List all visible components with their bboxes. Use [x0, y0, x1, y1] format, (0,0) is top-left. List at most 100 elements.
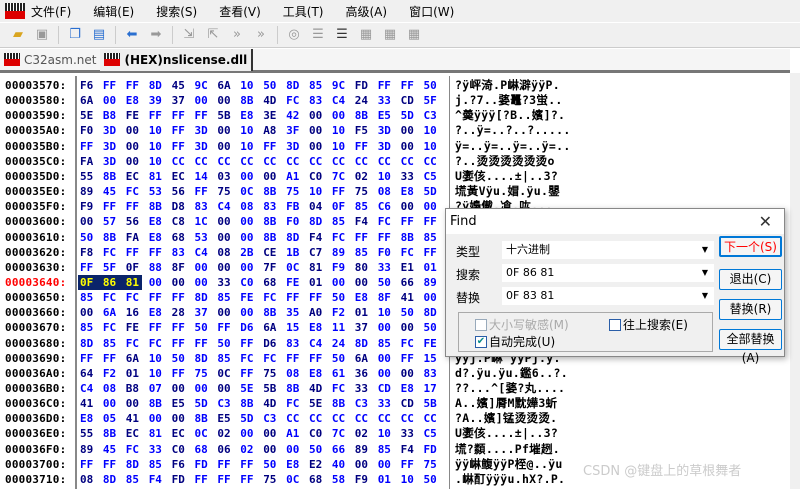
hex-byte[interactable]: 50 [424, 320, 444, 335]
hex-byte[interactable]: 01 [126, 366, 146, 381]
hex-byte[interactable]: 75 [217, 184, 237, 199]
ascii-text[interactable]: ?ÿ岼渏.P崊澼ÿÿP. [455, 78, 560, 93]
hex-byte[interactable]: F9 [332, 260, 352, 275]
hex-byte[interactable]: 36 [355, 366, 375, 381]
hex-byte[interactable]: 85 [309, 78, 329, 93]
hex-byte[interactable]: 5E [309, 396, 329, 411]
replace-button[interactable]: 替换(R) [719, 299, 782, 320]
hex-byte[interactable]: FC [103, 245, 123, 260]
hex-byte[interactable]: F9 [355, 472, 375, 487]
hex-byte[interactable]: 7C [332, 426, 352, 441]
hex-byte[interactable]: 56 [172, 184, 192, 199]
hex-byte[interactable]: CC [401, 154, 421, 169]
run-icon[interactable]: » [229, 27, 245, 43]
ascii-text[interactable]: .崊酊ÿÿÿu.hX?.P. [455, 472, 565, 487]
hex-byte[interactable]: FF [172, 108, 192, 123]
menu-advanced[interactable]: 高级(A) [346, 3, 388, 20]
ascii-text[interactable]: U嬱侅....±|..3? [455, 169, 558, 184]
hex-byte[interactable]: 88 [149, 260, 169, 275]
hex-byte[interactable]: FE [424, 336, 444, 351]
hex-byte[interactable]: E8 [401, 381, 421, 396]
hex-byte[interactable]: 61 [332, 366, 352, 381]
hex-byte[interactable]: CD [401, 396, 421, 411]
hex-byte[interactable]: 89 [80, 184, 100, 199]
case-sensitive-checkbox[interactable]: 大小写敏感(M) [475, 316, 569, 333]
hex-byte[interactable]: 00 [195, 381, 215, 396]
hex-byte[interactable]: FC [286, 93, 306, 108]
hex-byte[interactable]: 07 [149, 381, 169, 396]
hex-byte[interactable]: 85 [217, 351, 237, 366]
hex-byte[interactable]: 6A [217, 78, 237, 93]
hex-byte[interactable]: 9C [332, 78, 352, 93]
hex-byte[interactable]: 8F [172, 260, 192, 275]
hex-byte[interactable]: CC [401, 411, 421, 426]
hex-byte[interactable]: 33 [378, 396, 398, 411]
hex-byte[interactable]: 68 [309, 472, 329, 487]
hex-byte[interactable]: 17 [424, 381, 444, 396]
hex-byte[interactable]: C8 [172, 214, 192, 229]
hex-byte[interactable]: 83 [309, 93, 329, 108]
hex-byte[interactable]: CC [332, 154, 352, 169]
hex-byte[interactable]: 85 [80, 320, 100, 335]
hex-byte[interactable]: CC [286, 154, 306, 169]
hex-byte[interactable]: 0F [332, 199, 352, 214]
hex-byte[interactable]: 10 [149, 139, 169, 154]
hex-byte[interactable]: E8 [149, 230, 169, 245]
hex-byte[interactable]: 10 [149, 123, 169, 138]
step-into-icon[interactable]: ⇲ [181, 27, 197, 43]
hex-byte[interactable]: 00 [195, 260, 215, 275]
hex-byte[interactable]: FF [263, 139, 283, 154]
hex-byte[interactable]: 8B [401, 230, 421, 245]
hex-byte[interactable]: 41 [401, 290, 421, 305]
hex-byte[interactable]: E8 [80, 411, 100, 426]
hex-byte[interactable]: C4 [332, 93, 352, 108]
hex-byte[interactable]: FC [126, 184, 146, 199]
hex-byte[interactable]: F4 [149, 472, 169, 487]
hex-byte[interactable]: 00 [378, 351, 398, 366]
hex-byte[interactable]: CC [217, 154, 237, 169]
hex-byte[interactable]: FA [80, 154, 100, 169]
hex-byte[interactable]: 10 [309, 184, 329, 199]
hex-byte[interactable]: CD [401, 93, 421, 108]
menu-file[interactable]: 文件(F) [31, 3, 71, 20]
hex-byte[interactable]: 8B [286, 381, 306, 396]
hex-byte[interactable]: 00 [80, 305, 100, 320]
hex-byte[interactable]: 10 [149, 154, 169, 169]
hex-byte[interactable]: FF [240, 366, 260, 381]
hex-byte[interactable]: EC [126, 169, 146, 184]
hex-byte[interactable]: 85 [332, 214, 352, 229]
back-arrow-icon[interactable]: ⬅ [124, 27, 140, 43]
dropdown-arrow-icon[interactable]: ▼ [702, 264, 708, 282]
hex-byte[interactable]: 5B [263, 381, 283, 396]
hex-byte[interactable]: 85 [424, 230, 444, 245]
hex-byte[interactable]: FF [355, 139, 375, 154]
hex-byte[interactable]: 10 [424, 123, 444, 138]
hex-byte[interactable]: E8 [355, 290, 375, 305]
ascii-text[interactable]: ?..ÿ=..?..?..... [455, 123, 571, 138]
hex-byte[interactable]: FF [103, 351, 123, 366]
hex-byte[interactable]: 00 [172, 381, 192, 396]
hex-byte[interactable]: 83 [286, 336, 306, 351]
hex-byte[interactable]: CC [332, 411, 352, 426]
hex-byte[interactable]: F6 [172, 457, 192, 472]
hex-byte[interactable]: 10 [240, 123, 260, 138]
hex-byte[interactable]: 5F [103, 260, 123, 275]
hex-byte[interactable]: 85 [355, 199, 375, 214]
open-folder-icon[interactable]: ▰ [10, 27, 26, 43]
hex-byte[interactable]: F6 [80, 78, 100, 93]
hex-byte[interactable]: 02 [355, 169, 375, 184]
hex-byte[interactable]: 05 [103, 411, 123, 426]
hex-byte[interactable]: 00 [401, 123, 421, 138]
hex-byte[interactable]: 9C [195, 78, 215, 93]
hex-byte[interactable]: 08 [217, 245, 237, 260]
run-to-icon[interactable]: » [253, 27, 269, 43]
hex-byte[interactable]: 8D [103, 472, 123, 487]
ascii-text[interactable]: 塃黃Vÿu.媢.ÿu.鑍 [455, 184, 560, 199]
hex-byte[interactable]: 8B [149, 396, 169, 411]
hex-byte[interactable]: D6 [263, 336, 283, 351]
hex-byte[interactable]: 33 [217, 275, 237, 290]
hex-byte[interactable]: 85 [149, 457, 169, 472]
hex-byte[interactable]: 00 [149, 411, 169, 426]
hex-byte[interactable]: C0 [172, 442, 192, 457]
hex-byte[interactable]: E5 [217, 411, 237, 426]
